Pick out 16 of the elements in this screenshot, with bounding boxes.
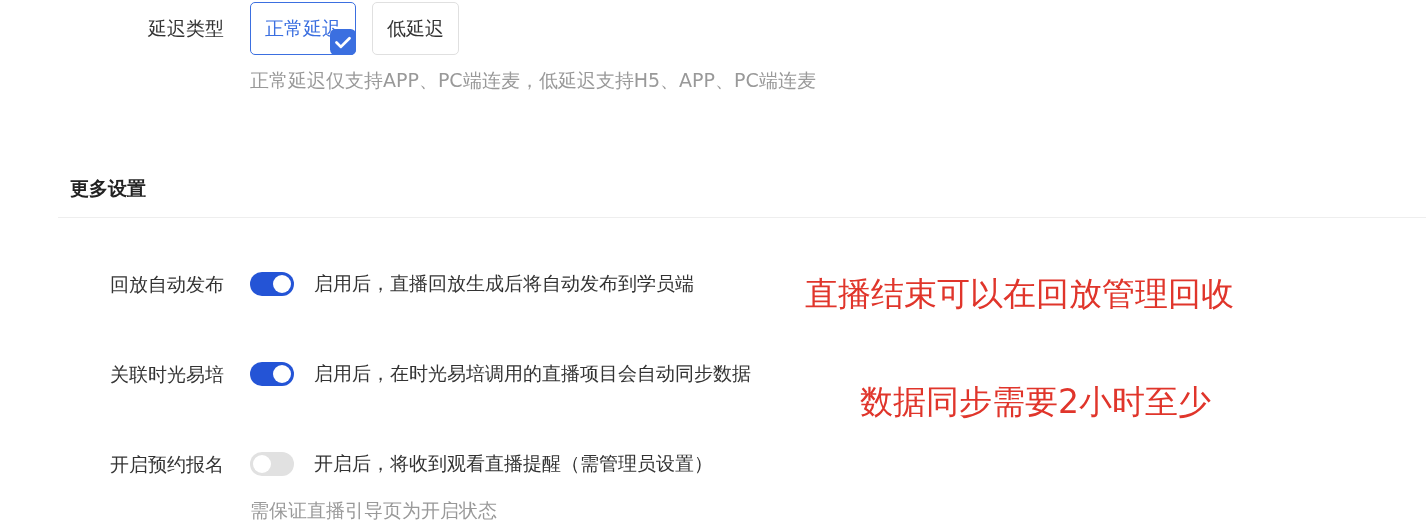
field-label: 延迟类型 [147,16,224,41]
setting-label: 开启预约报名 [109,452,224,477]
annotation-text: 直播结束可以在回放管理回收 [805,273,1234,315]
toggle-switch[interactable] [250,362,294,386]
toggle-switch[interactable] [250,452,294,476]
setting-description: 开启后，将收到观看直播提醒（需管理员设置） [314,451,713,476]
setting-description: 启用后，直播回放生成后将自动发布到学员端 [314,271,694,296]
annotation-text: 数据同步需要2小时至少 [860,381,1211,423]
option-button[interactable]: 低延迟 [372,2,459,55]
setting-label: 关联时光易培 [109,362,224,387]
toggle-switch[interactable] [250,272,294,296]
hint-text: 正常延迟仅支持APP、PC端连麦，低延迟支持H5、APP、PC端连麦 [250,68,816,93]
hint-text: 需保证直播引导页为开启状态 [250,498,498,523]
setting-label: 回放自动发布 [109,272,224,297]
setting-description: 启用后，在时光易培调用的直播项目会自动同步数据 [314,361,751,386]
section-title: 更多设置 [70,176,147,201]
